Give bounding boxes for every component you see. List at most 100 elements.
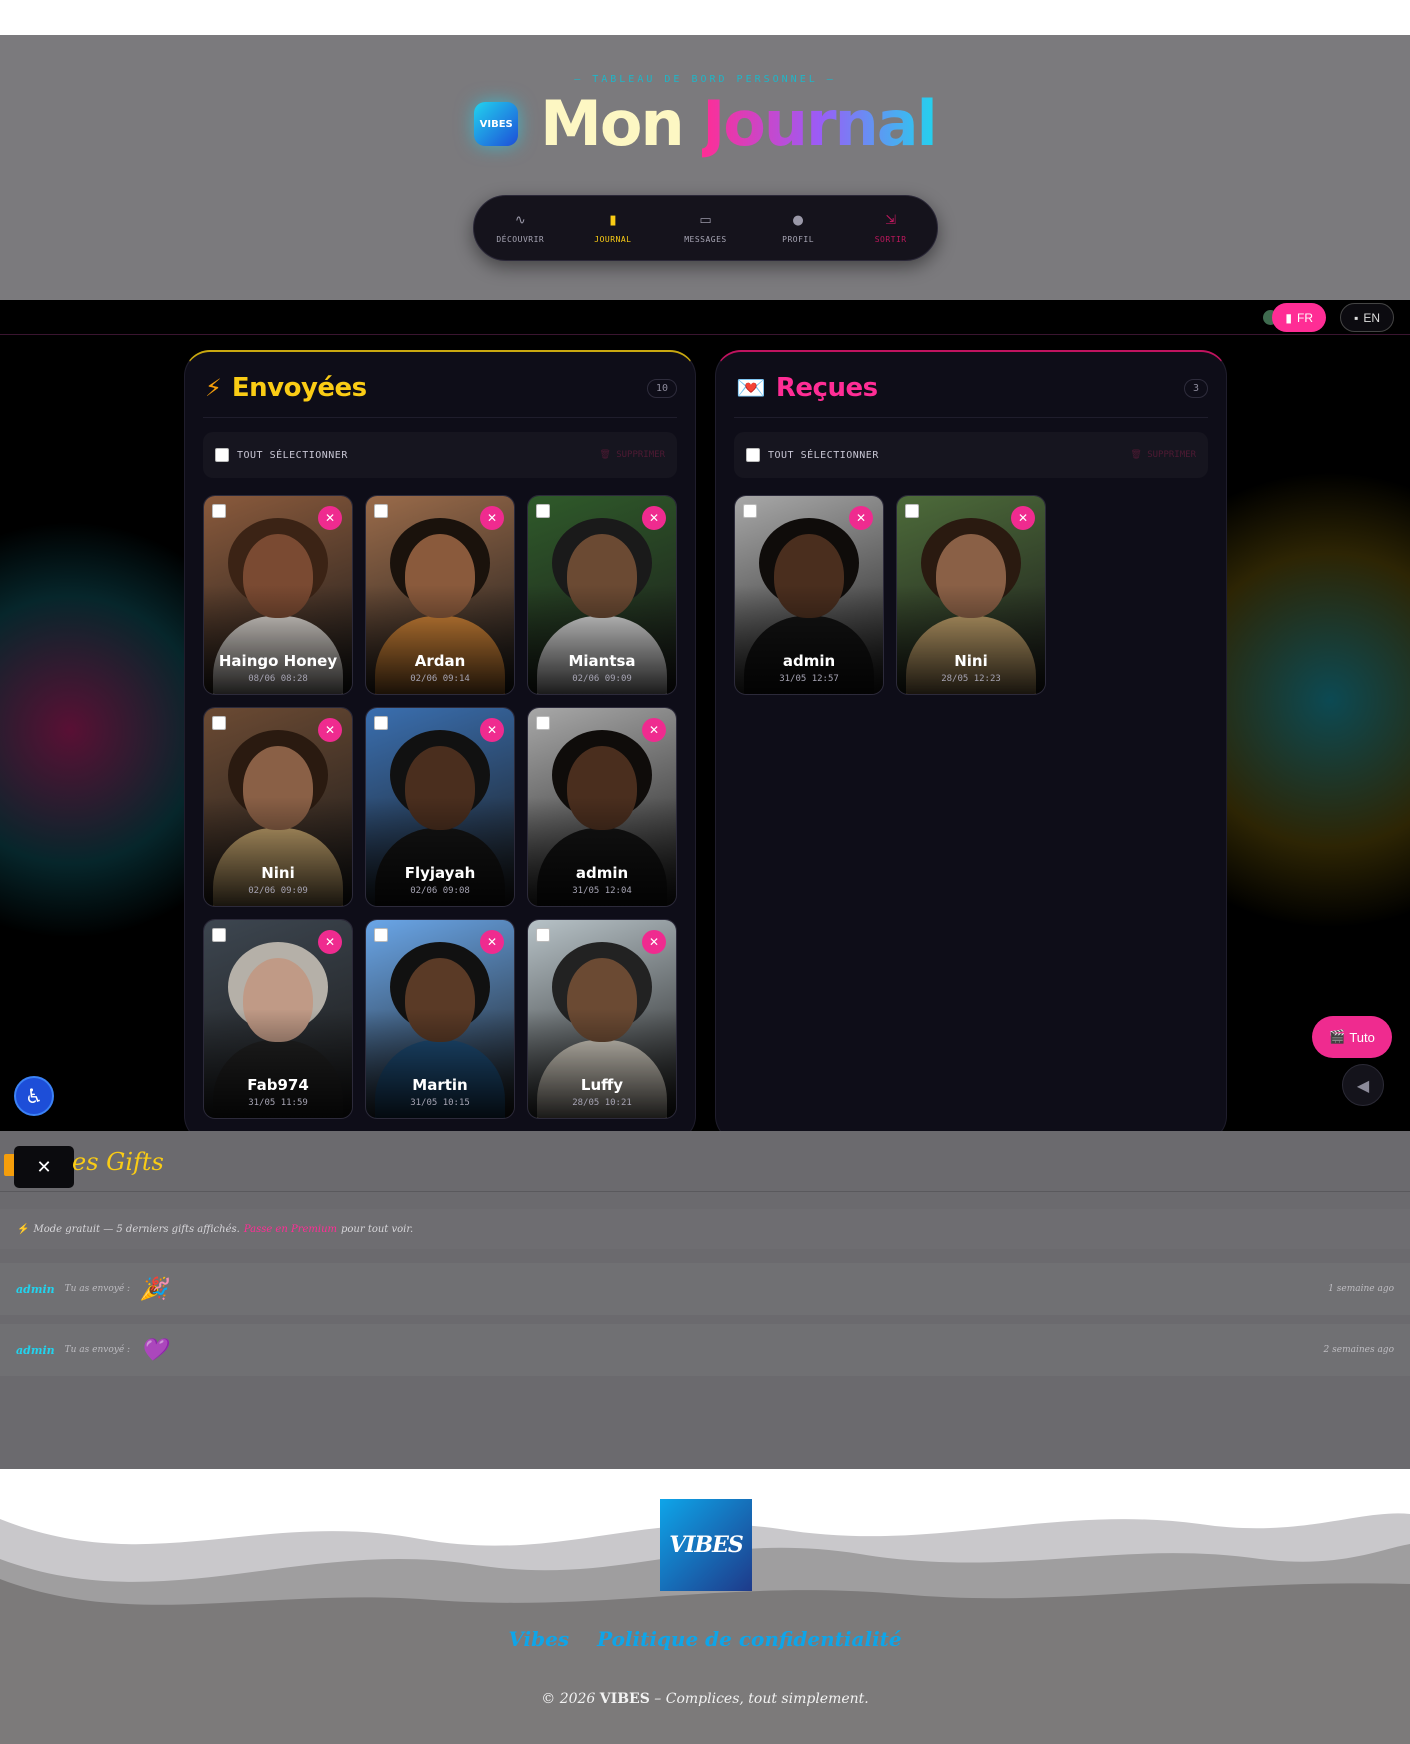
profile-card[interactable]: ✕ Ardan 02/06 09:14	[365, 495, 515, 695]
lang-en-label: EN	[1363, 310, 1380, 325]
card-checkbox[interactable]	[374, 504, 388, 518]
close-icon: ✕	[648, 723, 660, 737]
card-date: 02/06 09:09	[248, 886, 308, 896]
card-date: 02/06 09:08	[410, 886, 470, 896]
close-icon: ✕	[1017, 511, 1029, 525]
card-checkbox[interactable]	[536, 928, 550, 942]
nav-item-messages[interactable]: ▭ MESSAGES	[665, 213, 745, 244]
gift-sender[interactable]: admin	[16, 1344, 55, 1357]
card-checkbox[interactable]	[374, 716, 388, 730]
delete-label: SUPPRIMER	[616, 450, 665, 460]
gift-sender[interactable]: admin	[16, 1283, 55, 1296]
card-name[interactable]: Flyjayah	[366, 864, 514, 882]
card-checkbox[interactable]	[536, 716, 550, 730]
copyright-brand: VIBES	[599, 1691, 650, 1707]
nav-label: JOURNAL	[594, 234, 632, 244]
nav-label: SORTIR	[874, 234, 907, 244]
flag-uk-icon: ▪	[1354, 310, 1359, 325]
remove-button[interactable]: ✕	[480, 718, 504, 742]
profile-card[interactable]: ✕ Nini 02/06 09:09	[203, 707, 353, 907]
remove-button[interactable]: ✕	[1011, 506, 1035, 530]
card-checkbox[interactable]	[905, 504, 919, 518]
profile-card[interactable]: ✕ admin 31/05 12:04	[527, 707, 677, 907]
remove-button[interactable]: ✕	[642, 930, 666, 954]
delete-selected-button[interactable]: 🗑 SUPPRIMER	[599, 450, 665, 460]
page-header: — TABLEAU DE BORD PERSONNEL — VIBES Mon …	[0, 35, 1410, 300]
profile-card[interactable]: ✕ Nini 28/05 12:23	[896, 495, 1046, 695]
profile-card[interactable]: ✕ Luffy 28/05 10:21	[527, 919, 677, 1119]
gift-action: Tu as envoyé :	[64, 1284, 131, 1294]
language-bar: ▮ FR ▪ EN	[0, 300, 1410, 335]
card-name[interactable]: Fab974	[204, 1076, 352, 1094]
tuto-button[interactable]: 🎬 Tuto	[1312, 1016, 1392, 1058]
card-name[interactable]: Nini	[897, 652, 1045, 670]
nav-item-profil[interactable]: ● PROFIL	[758, 213, 838, 244]
lang-fr-button[interactable]: ▮ FR	[1272, 303, 1326, 332]
gifts-section: ✕ es Gifts ⚡ Mode gratuit — 5 derniers g…	[0, 1131, 1410, 1469]
select-all-checkbox[interactable]	[746, 448, 760, 462]
footer-logo[interactable]: VIBES	[660, 1499, 752, 1591]
page-title-part2: Journal	[702, 87, 938, 160]
received-select-bar: TOUT SÉLECTIONNER 🗑 SUPPRIMER	[734, 432, 1208, 478]
card-name[interactable]: Miantsa	[528, 652, 676, 670]
lang-en-button[interactable]: ▪ EN	[1340, 303, 1394, 332]
delete-selected-button[interactable]: 🗑 SUPPRIMER	[1130, 450, 1196, 460]
received-panel: 💌 Reçues 3 TOUT SÉLECTIONNER 🗑 SUPPRIMER…	[715, 350, 1227, 1131]
copyright: © 2026 VIBES – Complices, tout simplemen…	[0, 1691, 1410, 1707]
profile-card[interactable]: ✕ Miantsa 02/06 09:09	[527, 495, 677, 695]
nav-label: DÉCOUVRIR	[496, 234, 545, 244]
chat-icon: ▭	[699, 212, 712, 228]
card-name[interactable]: Haingo Honey	[204, 652, 352, 670]
accessibility-icon: ♿	[25, 1084, 43, 1108]
card-name[interactable]: Luffy	[528, 1076, 676, 1094]
page-title: Mon Journal	[540, 93, 938, 155]
close-icon: ✕	[486, 511, 498, 525]
profile-card[interactable]: ✕ Martin 31/05 10:15	[365, 919, 515, 1119]
profile-card[interactable]: ✕ admin 31/05 12:57	[734, 495, 884, 695]
profile-card[interactable]: ✕ Haingo Honey 08/06 08:28	[203, 495, 353, 695]
card-checkbox[interactable]	[743, 504, 757, 518]
card-name[interactable]: Martin	[366, 1076, 514, 1094]
remove-button[interactable]: ✕	[642, 718, 666, 742]
card-checkbox[interactable]	[374, 928, 388, 942]
received-grid: ✕ admin 31/05 12:57 ✕ Nini 28/05 12:23	[734, 495, 1208, 695]
select-all-checkbox[interactable]	[215, 448, 229, 462]
remove-button[interactable]: ✕	[480, 506, 504, 530]
nav-item-sortir[interactable]: ⇲ SORTIR	[851, 213, 931, 244]
remove-button[interactable]: ✕	[318, 506, 342, 530]
close-icon: ✕	[648, 935, 660, 949]
remove-button[interactable]: ✕	[642, 506, 666, 530]
notice-suffix: pour tout voir.	[341, 1223, 414, 1235]
accessibility-button[interactable]: ♿	[14, 1076, 54, 1116]
party-popper-icon: 🎉	[140, 1276, 168, 1302]
sound-toggle-button[interactable]: ◀	[1342, 1064, 1384, 1106]
app-logo[interactable]: VIBES	[474, 102, 519, 146]
profile-card[interactable]: ✕ Flyjayah 02/06 09:08	[365, 707, 515, 907]
clapper-icon: 🎬	[1329, 1029, 1346, 1044]
card-date: 08/06 08:28	[248, 674, 308, 684]
profile-card[interactable]: ✕ Fab974 31/05 11:59	[203, 919, 353, 1119]
card-checkbox[interactable]	[212, 716, 226, 730]
card-checkbox[interactable]	[212, 504, 226, 518]
footer-link-vibes[interactable]: Vibes	[508, 1627, 569, 1651]
notebook-icon: ▮	[609, 212, 617, 228]
card-checkbox[interactable]	[536, 504, 550, 518]
card-name[interactable]: admin	[528, 864, 676, 882]
tuto-label: Tuto	[1349, 1029, 1375, 1045]
user-icon: ●	[792, 212, 804, 228]
remove-button[interactable]: ✕	[480, 930, 504, 954]
remove-button[interactable]: ✕	[849, 506, 873, 530]
remove-button[interactable]: ✕	[318, 718, 342, 742]
nav-item-decouvrir[interactable]: ∿ DÉCOUVRIR	[480, 213, 560, 244]
copyright-tagline: – Complices, tout simplement.	[654, 1691, 869, 1707]
nav-item-journal[interactable]: ▮ JOURNAL	[573, 213, 653, 244]
card-checkbox[interactable]	[212, 928, 226, 942]
card-name[interactable]: admin	[735, 652, 883, 670]
card-name[interactable]: Ardan	[366, 652, 514, 670]
footer-link-privacy[interactable]: Politique de confidentialité	[597, 1627, 902, 1651]
card-name[interactable]: Nini	[204, 864, 352, 882]
premium-link[interactable]: Passe en Premium	[244, 1224, 337, 1235]
remove-button[interactable]: ✕	[318, 930, 342, 954]
close-button[interactable]: ✕	[14, 1146, 74, 1188]
sent-grid: ✕ Haingo Honey 08/06 08:28 ✕ Ardan 02/06 09:1…	[203, 495, 677, 1119]
